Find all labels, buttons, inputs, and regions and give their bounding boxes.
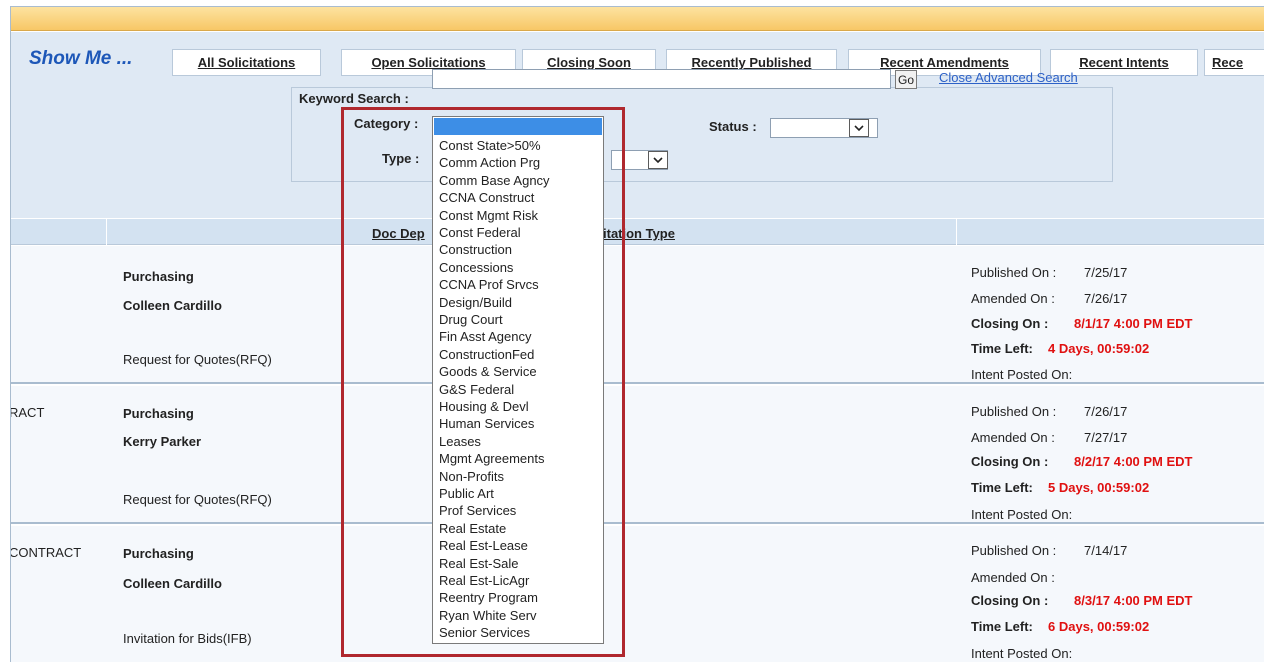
amended-value: 7/26/17 [1084, 291, 1128, 306]
row-solicitation-type: Invitation for Bids(IFB) [123, 631, 252, 646]
category-option[interactable]: Human Services [439, 416, 534, 431]
category-option[interactable]: Fin Asst Agency [439, 329, 532, 344]
category-option[interactable]: Const Federal [439, 225, 521, 240]
category-selected-option[interactable] [434, 118, 602, 135]
category-option[interactable]: Mgmt Agreements [439, 451, 545, 466]
category-option[interactable]: Drug Court [439, 312, 503, 327]
row-title[interactable]: RACT [11, 405, 44, 420]
type-label: Type : [382, 151, 420, 166]
category-option[interactable]: Leases [439, 434, 481, 449]
search-panel: Show Me ... All Solicitations Open Solic… [11, 32, 1264, 220]
intent-label: Intent Posted On: [971, 646, 1073, 661]
closing-value: 8/1/17 4:00 PM EDT [1074, 316, 1193, 331]
header-doc-dept[interactable]: Doc Dep [372, 226, 425, 241]
published-value: 7/14/17 [1084, 543, 1128, 558]
category-option[interactable]: Comm Base Agncy [439, 173, 550, 188]
category-option[interactable]: Const Mgmt Risk [439, 208, 538, 223]
row-contact: Colleen Cardillo [123, 576, 222, 591]
category-option[interactable]: Ryan White Serv [439, 608, 537, 623]
time-left-label: Time Left: [971, 480, 1033, 495]
closing-value: 8/3/17 4:00 PM EDT [1074, 593, 1193, 608]
amended-label: Amended On : [971, 291, 1055, 306]
category-option[interactable]: Comm Action Prg [439, 155, 540, 170]
top-banner [11, 7, 1264, 31]
chevron-down-icon[interactable] [648, 151, 668, 169]
row-contact: Kerry Parker [123, 434, 202, 449]
published-label: Published On : [971, 404, 1057, 419]
table-header: Doc Dep itation Type [11, 218, 1264, 246]
time-left-label: Time Left: [971, 619, 1033, 634]
row-title[interactable]: CONTRACT [11, 545, 81, 560]
published-label: Published On : [971, 543, 1057, 558]
amended-label: Amended On : [971, 430, 1055, 445]
category-option[interactable]: Design/Build [439, 295, 512, 310]
table-row[interactable]: Purchasing Colleen Cardillo Request for … [11, 246, 1264, 384]
keyword-search-input[interactable] [432, 69, 891, 89]
category-option[interactable]: Real Est-Lease [439, 538, 528, 553]
row-solicitation-type: Request for Quotes(RFQ) [123, 352, 272, 367]
page-frame: Show Me ... All Solicitations Open Solic… [10, 6, 1264, 662]
category-option[interactable]: CCNA Construct [439, 190, 534, 205]
closing-value: 8/2/17 4:00 PM EDT [1074, 454, 1193, 469]
published-label: Published On : [971, 265, 1057, 280]
category-option[interactable]: Public Art [439, 486, 494, 501]
category-option[interactable]: Senior Services [439, 625, 530, 640]
time-left-value: 4 Days, 00:59:02 [1048, 341, 1150, 356]
row-department: Purchasing [123, 269, 194, 284]
header-solicitation-type[interactable]: itation Type [603, 226, 675, 241]
category-label: Category : [354, 116, 419, 131]
go-button[interactable]: Go [895, 70, 917, 89]
category-option[interactable]: ConstructionFed [439, 347, 534, 362]
row-solicitation-type: Request for Quotes(RFQ) [123, 492, 272, 507]
tab-recent-more[interactable]: Rece [1204, 49, 1264, 76]
category-option[interactable]: G&S Federal [439, 382, 514, 397]
category-option[interactable]: Reentry Program [439, 590, 538, 605]
closing-label: Closing On : [971, 593, 1049, 608]
category-option[interactable]: Construction [439, 242, 512, 257]
intent-label: Intent Posted On: [971, 367, 1073, 382]
row-department: Purchasing [123, 406, 194, 421]
status-label: Status : [709, 119, 757, 134]
row-contact: Colleen Cardillo [123, 298, 222, 313]
time-left-label: Time Left: [971, 341, 1033, 356]
chevron-down-icon[interactable] [849, 119, 869, 137]
category-option[interactable]: CCNA Prof Srvcs [439, 277, 539, 292]
category-option[interactable]: Concessions [439, 260, 513, 275]
amended-value: 7/27/17 [1084, 430, 1128, 445]
time-left-value: 5 Days, 00:59:02 [1048, 480, 1150, 495]
show-me-label: Show Me ... [29, 48, 133, 69]
time-left-value: 6 Days, 00:59:02 [1048, 619, 1150, 634]
tab-all-solicitations[interactable]: All Solicitations [172, 49, 321, 76]
category-option[interactable]: Prof Services [439, 503, 516, 518]
keyword-search-label: Keyword Search : [299, 91, 409, 106]
closing-label: Closing On : [971, 454, 1049, 469]
category-option[interactable]: Goods & Service [439, 364, 537, 379]
published-value: 7/26/17 [1084, 404, 1128, 419]
category-dropdown-list[interactable]: Const State>50% Comm Action Prg Comm Base … [432, 116, 604, 644]
amended-label: Amended On : [971, 570, 1055, 585]
category-option[interactable]: Non-Profits [439, 469, 504, 484]
category-option[interactable]: Real Est-Sale [439, 556, 518, 571]
table-row[interactable]: RACT Purchasing Kerry Parker Request for… [11, 386, 1264, 524]
category-option[interactable]: Real Est-LicAgr [439, 573, 529, 588]
closing-label: Closing On : [971, 316, 1049, 331]
published-value: 7/25/17 [1084, 265, 1128, 280]
table-row[interactable]: CONTRACT Purchasing Colleen Cardillo Inv… [11, 526, 1264, 662]
intent-label: Intent Posted On: [971, 507, 1073, 522]
category-option[interactable]: Housing & Devl [439, 399, 529, 414]
advanced-search-box [291, 87, 1113, 182]
row-department: Purchasing [123, 546, 194, 561]
close-advanced-search-link[interactable]: Close Advanced Search [939, 70, 1078, 85]
category-option[interactable]: Real Estate [439, 521, 506, 536]
category-option[interactable]: Const State>50% [439, 138, 541, 153]
